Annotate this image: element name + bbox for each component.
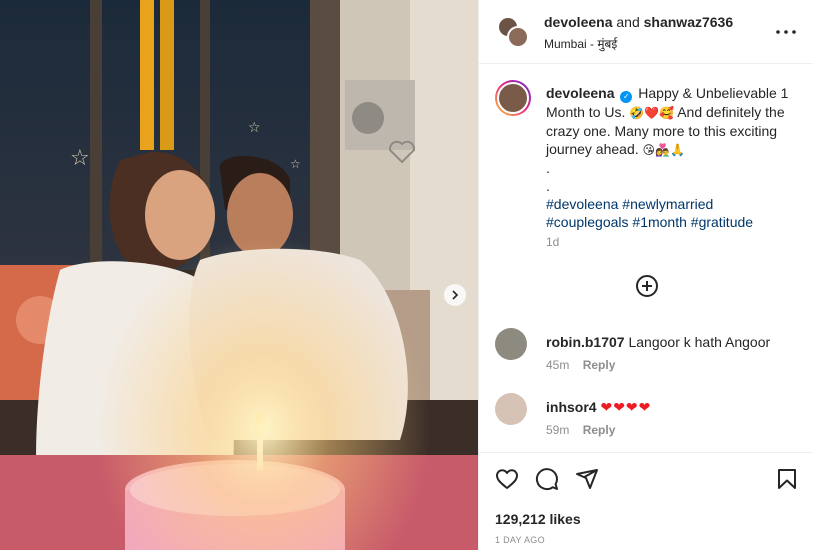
- post-timestamp: 1 DAY AGO: [495, 535, 545, 545]
- post-image: ☆ ☆ ☆: [0, 0, 478, 550]
- heart-icon: [496, 469, 518, 489]
- comment-time: 45m: [546, 358, 570, 372]
- post-actions: 129,212 likes 1 DAY AGO: [479, 452, 813, 550]
- more-options-button[interactable]: [774, 22, 798, 42]
- username-link[interactable]: devoleena: [544, 14, 612, 30]
- connector-text: and: [616, 14, 640, 30]
- likes-count[interactable]: 129,212 likes: [495, 511, 581, 527]
- comment-meta: 59m Reply: [546, 423, 615, 437]
- post-photo[interactable]: ☆ ☆ ☆: [0, 0, 478, 550]
- comment-text: ❤❤❤❤: [600, 400, 652, 416]
- chevron-right-icon: [452, 290, 459, 300]
- load-more-comments-button[interactable]: [635, 274, 659, 298]
- caption-emoji: 🤣❤️🥰: [629, 106, 675, 120]
- comment-icon: [535, 468, 558, 491]
- post-details-panel: devoleena and shanwaz7636 Mumbai - मुंबई…: [478, 0, 813, 550]
- location-link[interactable]: Mumbai - मुंबई: [544, 35, 617, 52]
- caption-avatar[interactable]: [495, 80, 531, 116]
- caption-age: 1d: [546, 235, 560, 249]
- comment-username[interactable]: robin.b1707: [546, 334, 625, 350]
- verified-badge-icon: ✓: [620, 91, 633, 103]
- caption-emoji: 😘👩‍❤️‍👨🙏: [642, 143, 685, 157]
- caption-dot: .: [546, 160, 550, 176]
- avatar: [507, 26, 529, 48]
- bookmark-icon: [778, 469, 796, 489]
- comment-meta: 45m Reply: [546, 358, 615, 372]
- hashtags: #devoleena #newlymarried #couplegoals #1…: [546, 195, 796, 231]
- reply-button[interactable]: Reply: [583, 423, 616, 437]
- comment-text: Langoor k hath Angoor: [628, 334, 771, 350]
- share-button[interactable]: [575, 467, 601, 493]
- comment-text-line: robin.b1707 Langoor k hath Angoor: [546, 334, 770, 350]
- hashtag-link[interactable]: #1month: [632, 214, 686, 230]
- collab-avatars[interactable]: [497, 16, 529, 48]
- comment-text-line: inhsor4 ❤❤❤❤: [546, 399, 651, 416]
- caption-dot: .: [546, 178, 550, 194]
- post-header: devoleena and shanwaz7636 Mumbai - मुंबई: [479, 0, 813, 64]
- like-button[interactable]: [495, 467, 521, 493]
- collab-usernames: devoleena and shanwaz7636: [544, 14, 733, 30]
- avatar: [497, 82, 529, 114]
- hashtag-link[interactable]: #devoleena: [546, 196, 618, 212]
- post-caption: devoleena ✓ Happy & Unbelievable 1 Month…: [546, 84, 796, 231]
- hashtag-link[interactable]: #gratitude: [691, 214, 753, 230]
- reply-button[interactable]: Reply: [583, 358, 616, 372]
- comment-username[interactable]: inhsor4: [546, 399, 597, 415]
- save-button[interactable]: [775, 467, 801, 493]
- comment-time: 59m: [546, 423, 570, 437]
- comment-button[interactable]: [535, 467, 561, 493]
- next-photo-button[interactable]: [444, 284, 466, 306]
- avatar[interactable]: [495, 328, 527, 360]
- plus-circle-icon: [636, 275, 658, 297]
- hashtag-link[interactable]: #newlymarried: [622, 196, 713, 212]
- more-options-icon: [776, 30, 796, 34]
- avatar[interactable]: [495, 393, 527, 425]
- caption-username[interactable]: devoleena: [546, 85, 614, 101]
- username-link[interactable]: shanwaz7636: [644, 14, 734, 30]
- share-icon: [576, 469, 598, 489]
- hashtag-link[interactable]: #couplegoals: [546, 214, 629, 230]
